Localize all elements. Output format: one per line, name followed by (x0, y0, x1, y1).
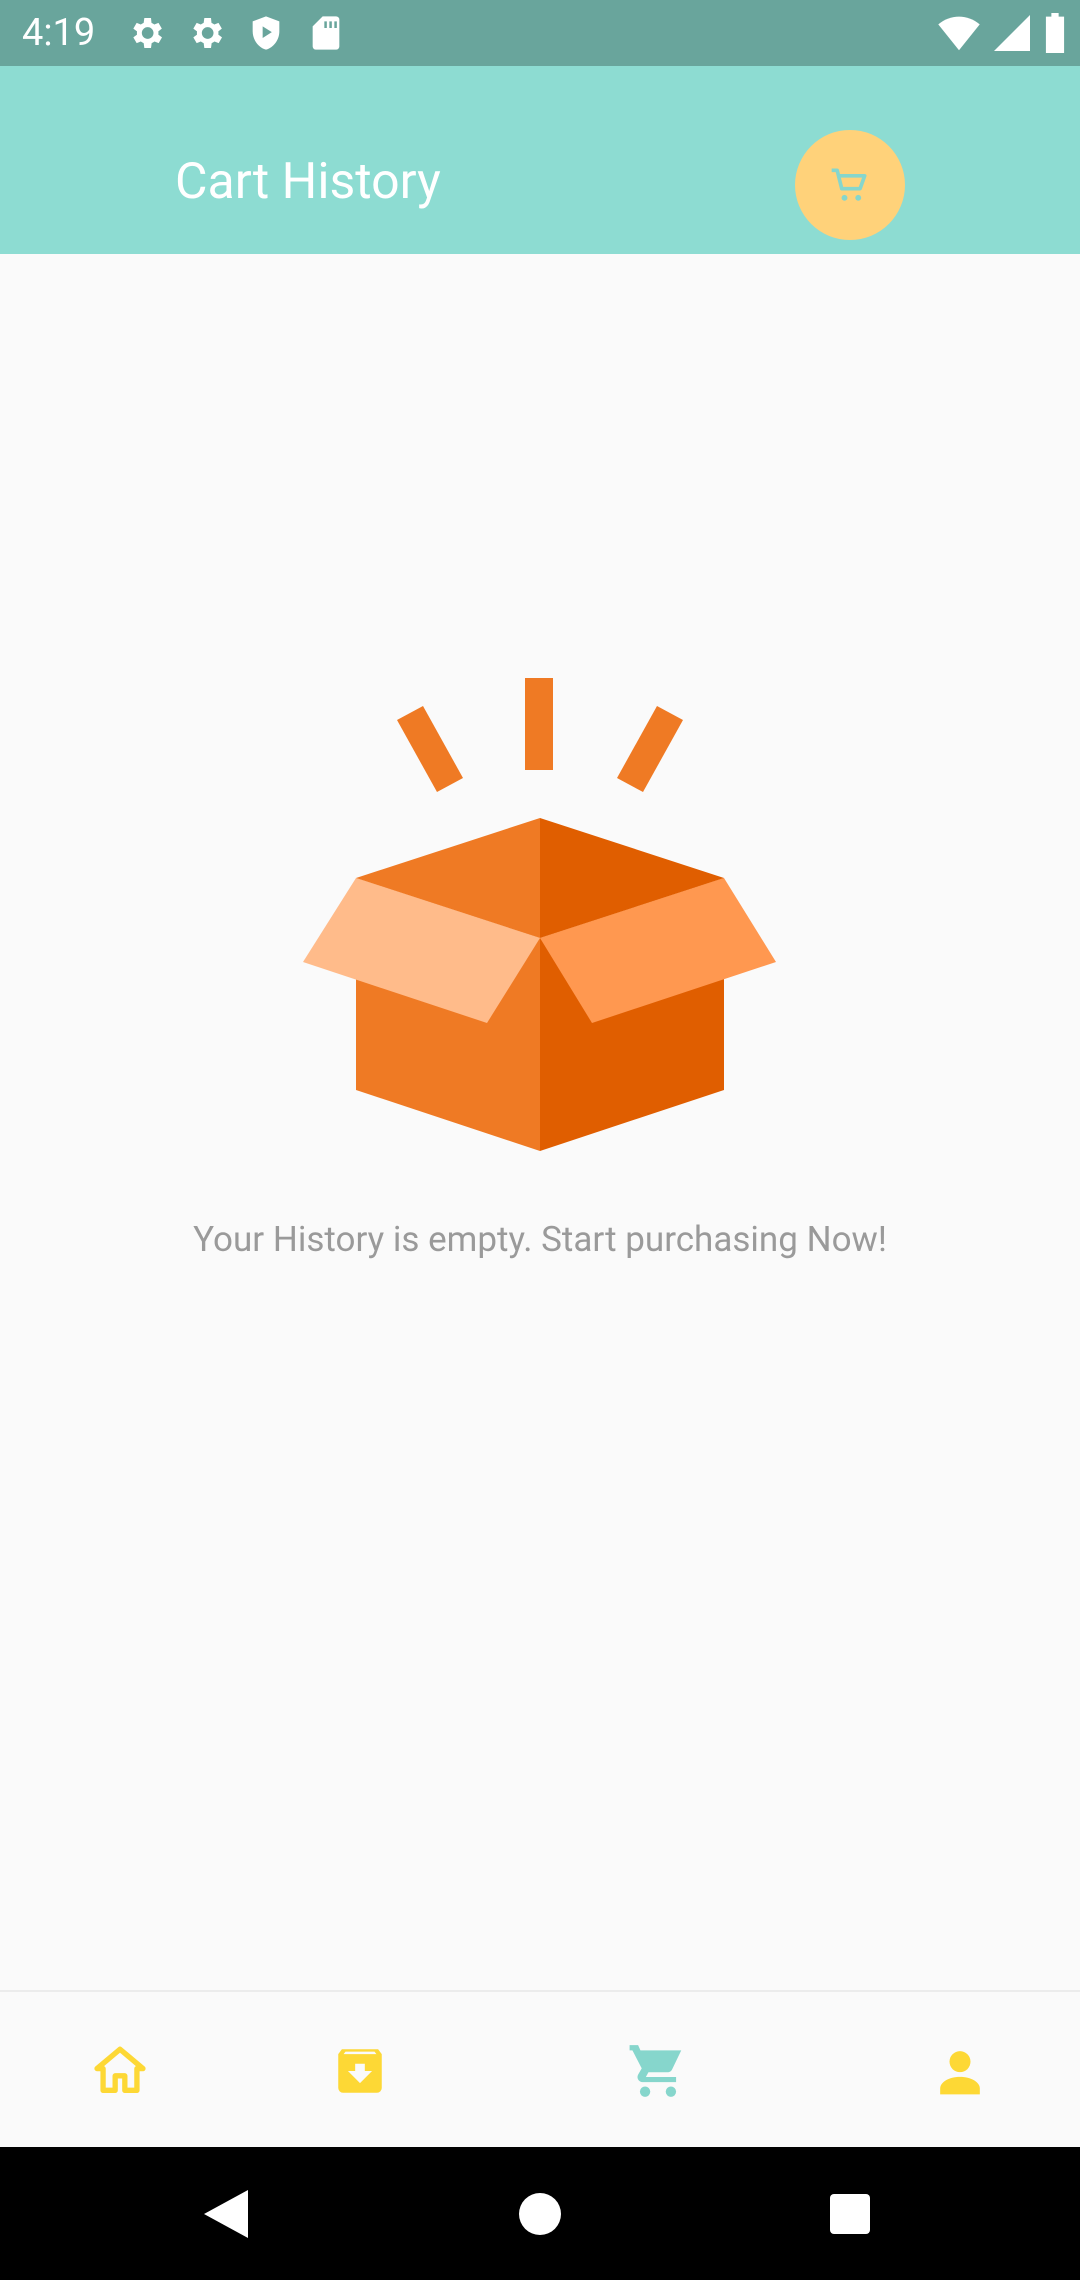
person-icon (940, 2050, 980, 2094)
back-icon (204, 2189, 248, 2238)
recents-icon (830, 2193, 870, 2234)
cart-button[interactable] (795, 130, 905, 240)
status-time: 4:19 (22, 11, 96, 55)
archive-download-icon (338, 2048, 382, 2093)
settings-icon (133, 18, 162, 48)
sd-card-icon (312, 16, 340, 50)
home-circle-icon (519, 2192, 561, 2235)
notification-icons (126, 13, 346, 53)
settings-icon (193, 18, 222, 48)
empty-history-message: Your History is empty. Start purchasing … (193, 1219, 887, 1260)
open-box-icon (303, 678, 776, 1151)
page-title: Cart History (175, 153, 441, 211)
bottom-navigation (0, 1990, 1080, 2149)
system-status-icons (938, 13, 1066, 53)
recents-button[interactable] (790, 2147, 910, 2280)
wifi-icon (938, 16, 980, 51)
home-icon (94, 2046, 146, 2093)
status-bar: 4:19 (0, 0, 1080, 66)
nav-home[interactable] (40, 1992, 200, 2149)
system-navigation-bar (0, 2147, 1080, 2280)
cart-icon (629, 2044, 682, 2097)
nav-profile[interactable] (880, 1992, 1040, 2149)
home-button[interactable] (480, 2147, 600, 2280)
nav-archive[interactable] (280, 1992, 440, 2149)
cell-signal-icon (994, 15, 1030, 51)
back-button[interactable] (166, 2147, 286, 2280)
shield-play-icon (252, 16, 280, 50)
cart-icon (831, 168, 867, 201)
battery-icon (1045, 13, 1065, 53)
nav-cart[interactable] (578, 1992, 738, 2149)
app-bar: Cart History (0, 66, 1080, 254)
